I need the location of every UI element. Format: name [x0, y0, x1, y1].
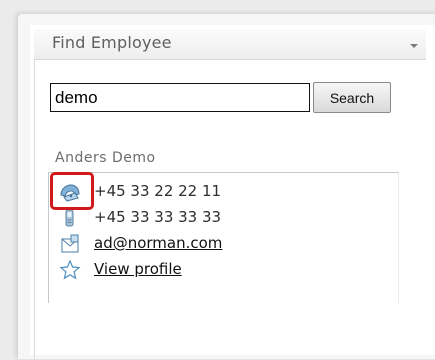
phone-number: +45 33 22 22 11 [94, 182, 222, 200]
email-link[interactable]: ad@norman.com [94, 234, 222, 252]
employee-name: Anders Demo [55, 150, 156, 166]
mobile-row: +45 33 33 33 33 [55, 207, 355, 229]
view-profile-link[interactable]: View profile [94, 260, 182, 278]
contact-details-panel: +45 33 22 22 11 +45 33 33 33 33 ad@norma… [48, 172, 399, 303]
mobile-phone-icon [65, 209, 74, 227]
chevron-down-icon[interactable] [410, 44, 418, 48]
profile-row: View profile [55, 259, 355, 281]
mobile-number: +45 33 33 33 33 [94, 208, 222, 226]
star-icon [59, 259, 81, 280]
search-input[interactable] [50, 83, 310, 112]
webpart-header: Find Employee [34, 29, 426, 60]
phone-icon-highlight [50, 172, 94, 210]
phone-row: +45 33 22 22 11 [55, 181, 355, 203]
webpart-body: Search Anders Demo +45 33 22 22 11 +45 [34, 60, 427, 360]
search-button[interactable]: Search [313, 82, 391, 113]
webpart-title: Find Employee [52, 33, 172, 52]
email-row: ad@norman.com [55, 233, 355, 255]
email-icon [61, 234, 79, 253]
